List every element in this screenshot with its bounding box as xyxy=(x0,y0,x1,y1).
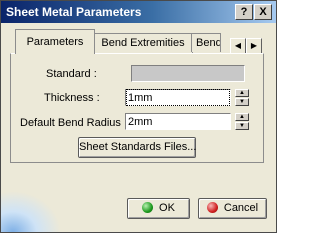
thickness-input[interactable] xyxy=(126,89,230,106)
ok-button[interactable]: OK xyxy=(127,198,190,219)
decorative-swoosh xyxy=(1,191,61,232)
spin-down-icon[interactable]: ▼ xyxy=(235,98,249,106)
cancel-icon xyxy=(206,202,218,213)
standard-label: Standard : xyxy=(46,68,97,80)
cancel-label: Cancel xyxy=(223,202,259,214)
bend-radius-label: Default Bend Radius : xyxy=(20,117,128,129)
tab-bend-extremities[interactable]: Bend Extremities xyxy=(93,33,193,53)
tab-strip: Parameters Bend Extremities Bend ◀ ▶ xyxy=(1,29,276,54)
tab-parameters[interactable]: Parameters xyxy=(15,29,95,54)
title-bar: Sheet Metal Parameters ? X xyxy=(1,1,276,23)
ok-icon xyxy=(142,202,154,213)
tab-scroll-left-button[interactable]: ◀ xyxy=(230,38,246,54)
close-button[interactable]: X xyxy=(254,4,272,20)
bend-radius-spinner[interactable]: ▲ ▼ xyxy=(235,113,249,130)
standard-input xyxy=(133,66,235,81)
spin-up-icon[interactable]: ▲ xyxy=(235,89,249,97)
ok-label: OK xyxy=(159,202,175,214)
window-title: Sheet Metal Parameters xyxy=(6,5,142,19)
bend-radius-field[interactable] xyxy=(125,113,231,130)
help-button[interactable]: ? xyxy=(235,4,253,20)
close-icon: X xyxy=(259,6,267,18)
spin-up-icon[interactable]: ▲ xyxy=(235,113,249,121)
sheet-standards-files-button[interactable]: Sheet Standards Files... xyxy=(78,137,196,158)
bend-radius-input[interactable] xyxy=(127,114,229,129)
cancel-button[interactable]: Cancel xyxy=(198,198,267,219)
arrow-right-icon: ▶ xyxy=(250,41,258,50)
thickness-label: Thickness : xyxy=(44,92,100,104)
thickness-field[interactable] xyxy=(125,89,231,106)
dialog-window: Sheet Metal Parameters ? X Parameters Be… xyxy=(0,0,277,233)
arrow-left-icon: ◀ xyxy=(234,41,242,50)
standard-field xyxy=(131,65,245,82)
tab-bend-truncated[interactable]: Bend xyxy=(191,33,221,52)
thickness-spinner[interactable]: ▲ ▼ xyxy=(235,89,249,106)
spin-down-icon[interactable]: ▼ xyxy=(235,122,249,130)
parameters-panel: Standard : Thickness : ▲ ▼ Default Bend … xyxy=(10,53,264,163)
tab-scroll-right-button[interactable]: ▶ xyxy=(246,38,262,54)
